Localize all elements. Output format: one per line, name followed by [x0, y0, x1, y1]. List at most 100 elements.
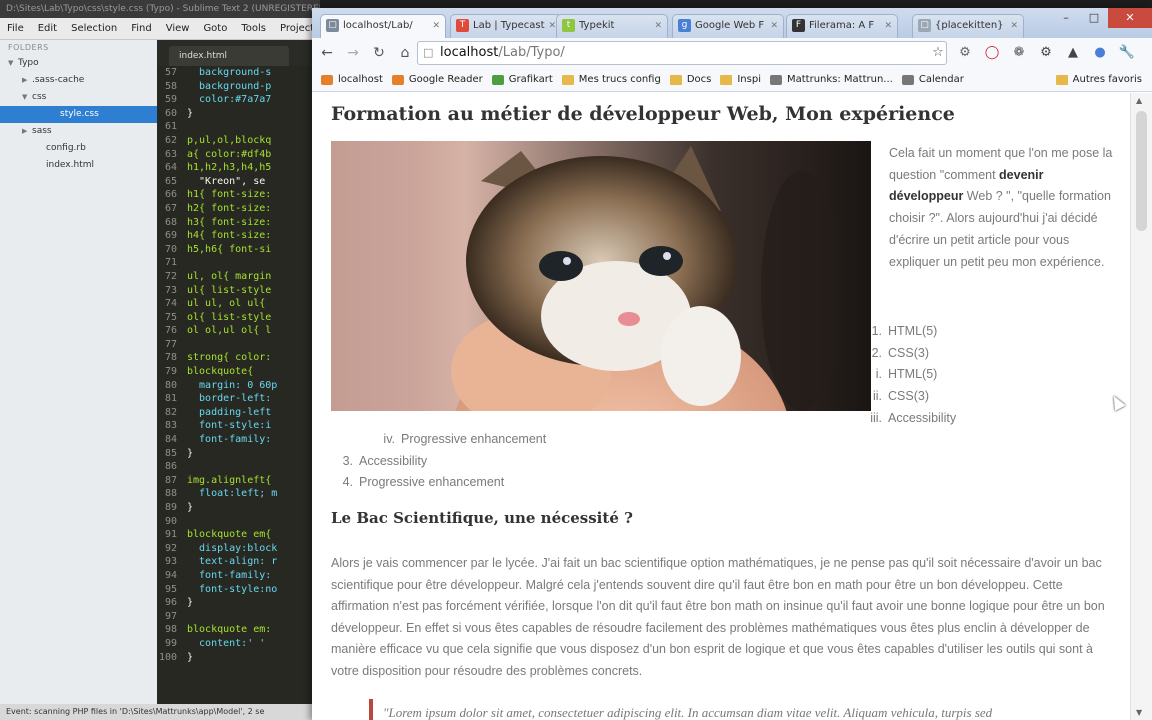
- code-text: }: [187, 651, 194, 663]
- code-text: font-style:i: [187, 420, 272, 432]
- menu-item-edit[interactable]: Edit: [31, 23, 64, 34]
- tab-close-icon[interactable]: ✕: [548, 15, 556, 37]
- reload-button[interactable]: ↻: [368, 42, 390, 64]
- tab-close-icon[interactable]: ✕: [654, 15, 662, 37]
- tab-label: Google Web F: [695, 20, 765, 31]
- page-icon: □: [423, 46, 434, 59]
- tab-favicon-icon: g: [678, 19, 691, 32]
- mouse-cursor: [1108, 393, 1126, 411]
- pocket-icon[interactable]: ▲: [1062, 42, 1084, 64]
- code-line: 70 h5,h6{ font-si: [157, 243, 320, 257]
- bookmark-item[interactable]: Mattrunks: Mattrun...: [769, 74, 893, 85]
- tree-item[interactable]: ▼ css: [0, 89, 157, 106]
- tree-item[interactable]: style.css: [0, 106, 157, 123]
- list-item: ii. CSS(3): [862, 389, 929, 403]
- other-bookmarks[interactable]: Autres favoris: [1047, 74, 1142, 85]
- line-number: 73: [164, 284, 177, 296]
- tree-item[interactable]: ▶ .sass-cache: [0, 72, 157, 89]
- code-line: 62 p,ul,ol,blockq: [157, 134, 320, 148]
- bookmark-item[interactable]: Mes trucs config: [561, 74, 661, 85]
- section-paragraph: Alors je vais commencer par le lycée. J'…: [331, 556, 1105, 678]
- tree-item[interactable]: ▶ sass: [0, 123, 157, 140]
- bookmark-star-icon[interactable]: ☆: [927, 42, 949, 64]
- list-item: 3. Accessibility: [331, 454, 428, 468]
- opera-o-icon[interactable]: ◯: [981, 42, 1003, 64]
- editor-tab-index-html[interactable]: index.html: [169, 46, 289, 66]
- browser-toolbar: ← → ↻ ⌂ □ localhost/Lab/Typo/ ☆ ⚙ ◯ ❁ ⚙ …: [312, 38, 1152, 68]
- line-number: 90: [164, 515, 177, 527]
- menu-item-selection[interactable]: Selection: [64, 23, 124, 34]
- tab-label: Filerama: A F: [809, 20, 875, 31]
- tree-item[interactable]: ▼ Typo: [0, 55, 157, 72]
- extension-puzzle-icon[interactable]: ❁: [1008, 42, 1030, 64]
- close-window-button[interactable]: ✕: [1108, 8, 1152, 28]
- menu-item-view[interactable]: View: [159, 23, 197, 34]
- bookmark-item[interactable]: localhost: [321, 74, 383, 85]
- line-number: 69: [164, 230, 177, 242]
- tab-close-icon[interactable]: ✕: [770, 15, 778, 37]
- tab-close-icon[interactable]: ✕: [432, 15, 440, 37]
- code-line: 100}: [157, 651, 320, 665]
- folder-tree: ▼ Typo ▶ .sass-cache ▼ css style.css ▶ sass confi…: [0, 55, 157, 174]
- scroll-up-arrow-icon[interactable]: ▲: [1136, 96, 1142, 105]
- code-line: 77: [157, 338, 320, 352]
- line-number: 82: [164, 406, 177, 418]
- scroll-down-arrow-icon[interactable]: ▼: [1136, 708, 1142, 717]
- line-number: 60: [164, 107, 177, 119]
- back-button[interactable]: ←: [316, 42, 338, 64]
- minimize-button[interactable]: –: [1052, 8, 1080, 28]
- forward-button[interactable]: →: [342, 42, 364, 64]
- extension-settings-icon[interactable]: ⚙: [1035, 42, 1057, 64]
- bookmark-item[interactable]: Inspi: [720, 74, 761, 85]
- line-number: 79: [164, 366, 177, 378]
- bookmark-item[interactable]: Google Reader: [391, 74, 483, 85]
- browser-tab[interactable]: ▢ localhost/Lab/ ✕: [320, 14, 446, 38]
- bookmark-item[interactable]: Calendar: [901, 74, 964, 85]
- browser-tab[interactable]: ▢ {placekitten} ✕: [912, 14, 1024, 38]
- menu-item-file[interactable]: File: [0, 23, 31, 34]
- maximize-button[interactable]: □: [1080, 8, 1108, 28]
- list-number: 2.: [871, 345, 882, 360]
- scrollbar-thumb[interactable]: [1136, 111, 1147, 231]
- line-number: 91: [164, 529, 177, 541]
- tab-close-icon[interactable]: ✕: [1010, 15, 1018, 37]
- line-number: 62: [164, 134, 177, 146]
- home-button[interactable]: ⌂: [394, 42, 416, 64]
- line-number: 58: [164, 80, 177, 92]
- collapsed-arrow-icon: ▶: [22, 76, 28, 84]
- menu-item-tools[interactable]: Tools: [234, 23, 273, 34]
- tree-item[interactable]: index.html: [0, 157, 157, 174]
- line-number: 68: [164, 216, 177, 228]
- code-text: display:block: [187, 542, 278, 554]
- code-line: 74 ul ul, ol ul{: [157, 297, 320, 311]
- line-number: 66: [164, 189, 177, 201]
- code-editor[interactable]: 57 background-s 58 background-p 59 color:#…: [157, 66, 320, 704]
- wrench-menu-icon[interactable]: 🔧: [1116, 42, 1138, 64]
- bookmark-label: Grafikart: [508, 74, 553, 85]
- page-content: Formation au métier de développeur Web, …: [312, 93, 1130, 720]
- address-bar[interactable]: □ localhost/Lab/Typo/: [417, 41, 947, 65]
- code-text: h2{ font-size:: [187, 202, 272, 214]
- menu-item-find[interactable]: Find: [124, 23, 159, 34]
- browser-tab[interactable]: F Filerama: A F ✕: [786, 14, 898, 38]
- browser-tab[interactable]: g Google Web F ✕: [672, 14, 784, 38]
- page-title: Formation au métier de développeur Web, …: [331, 103, 955, 125]
- toolbar-extensions: ☆ ⚙ ◯ ❁ ⚙ ▲ ● 🔧: [922, 42, 1138, 64]
- code-line: 66 h1{ font-size:: [157, 188, 320, 202]
- bookmark-label: Mattrunks: Mattrun...: [786, 74, 893, 85]
- menu-item-goto[interactable]: Goto: [196, 23, 234, 34]
- tree-item[interactable]: config.rb: [0, 140, 157, 157]
- code-line: 68 h3{ font-size:: [157, 216, 320, 230]
- browser-tab[interactable]: t Typekit ✕: [556, 14, 668, 38]
- extension-gear-icon[interactable]: ⚙: [954, 42, 976, 64]
- browser-tab[interactable]: T Lab | Typecast ✕: [450, 14, 562, 38]
- line-number: 77: [164, 338, 177, 350]
- bookmark-label: Google Reader: [408, 74, 483, 85]
- extension-blue-icon[interactable]: ●: [1089, 42, 1111, 64]
- page-scrollbar[interactable]: ▲ ▼: [1130, 93, 1152, 720]
- tab-close-icon[interactable]: ✕: [884, 15, 892, 37]
- bookmark-item[interactable]: Docs: [669, 74, 711, 85]
- bookmark-item[interactable]: Grafikart: [491, 74, 553, 85]
- list-label: HTML(5): [888, 324, 938, 338]
- list-number: iii.: [870, 410, 882, 425]
